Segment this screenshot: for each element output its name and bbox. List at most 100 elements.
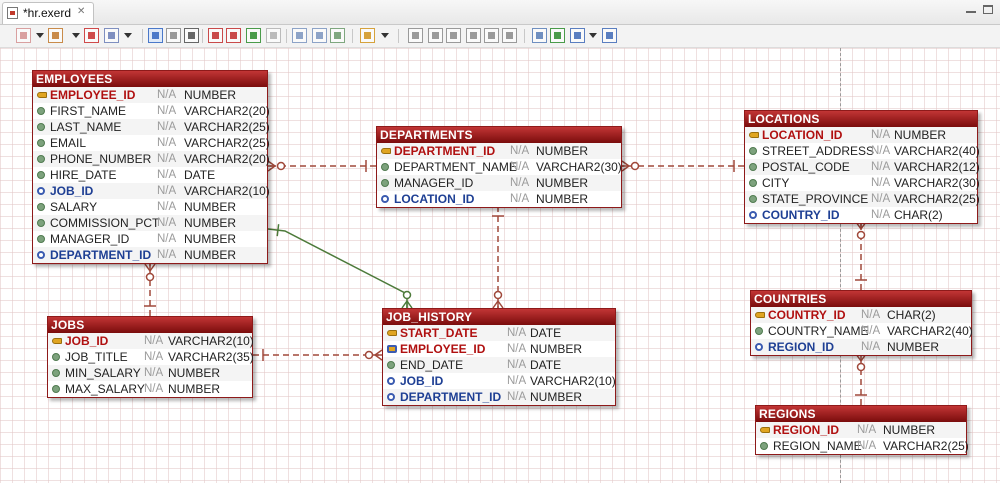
align-left-icon[interactable] bbox=[408, 28, 423, 43]
table-tool-icon[interactable] bbox=[48, 28, 63, 43]
column-name: EMAIL bbox=[50, 136, 87, 150]
table-header[interactable]: DEPARTMENTS bbox=[377, 127, 621, 143]
select-arrow-icon[interactable] bbox=[148, 28, 163, 43]
maximize-icon[interactable] bbox=[983, 5, 993, 14]
table-column[interactable]: EMAIL N/A VARCHAR2(25) bbox=[33, 135, 270, 151]
relation-departments-job-history[interactable] bbox=[492, 206, 504, 309]
table-column[interactable]: COUNTRY_ID N/A CHAR(2) bbox=[745, 207, 977, 223]
table-locations[interactable]: LOCATIONS LOCATION_ID N/A NUMBER STREET_ADDR… bbox=[744, 110, 980, 224]
align-middle-icon[interactable] bbox=[484, 28, 499, 43]
table-column[interactable]: DEPARTMENT_ID N/A NUMBER bbox=[383, 389, 615, 405]
table-column[interactable]: LOCATION_ID N/A NUMBER bbox=[377, 191, 621, 207]
template-icon[interactable] bbox=[104, 28, 119, 43]
palette-icon[interactable] bbox=[16, 28, 31, 43]
table-jobs[interactable]: JOBS JOB_ID N/A VARCHAR2(10) JOB_TITLE N/A VAR… bbox=[47, 316, 254, 398]
relation-departments-employees[interactable] bbox=[267, 160, 376, 172]
table-column[interactable]: EMPLOYEE_ID N/A NUMBER bbox=[33, 87, 267, 103]
generate-ddl-dropdown-icon[interactable] bbox=[589, 33, 597, 38]
table-column[interactable]: LOCATION_ID N/A NUMBER bbox=[745, 127, 977, 143]
diagram-canvas[interactable]: EMPLOYEES EMPLOYEE_ID N/A NUMBER FIRST_NAME N… bbox=[0, 48, 1000, 483]
relation-employees-job-history[interactable] bbox=[267, 224, 413, 309]
statistics-icon[interactable] bbox=[602, 28, 617, 43]
table-column[interactable]: DEPARTMENT_ID N/A NUMBER bbox=[33, 247, 267, 263]
table-departments[interactable]: DEPARTMENTS DEPARTMENT_ID N/A NUMBER DEPARTM… bbox=[376, 126, 622, 208]
export-db-icon[interactable] bbox=[312, 28, 327, 43]
foreign-key-icon bbox=[37, 187, 45, 195]
table-column[interactable]: EMPLOYEE_ID N/A NUMBER bbox=[383, 341, 615, 357]
column-type: DATE bbox=[530, 326, 562, 340]
table-column[interactable]: REGION_ID N/A NUMBER bbox=[751, 339, 971, 355]
entity-tool-icon[interactable] bbox=[208, 28, 223, 43]
relation-tool-icon[interactable] bbox=[226, 28, 241, 43]
image-icon[interactable] bbox=[330, 28, 345, 43]
column-name: PHONE_NUMBER bbox=[50, 152, 152, 166]
table-column[interactable]: PHONE_NUMBER N/A VARCHAR2(20) bbox=[33, 151, 270, 167]
column-null-marker: N/A bbox=[157, 121, 177, 133]
table-job-history[interactable]: JOB_HISTORY START_DATE N/A DATE EMPLOYEE_ID N… bbox=[382, 308, 616, 406]
relation-locations-departments[interactable] bbox=[621, 160, 744, 172]
align-bottom-icon[interactable] bbox=[502, 28, 517, 43]
hand-tool-icon[interactable] bbox=[166, 28, 181, 43]
table-column[interactable]: JOB_ID N/A VARCHAR2(10) bbox=[33, 183, 270, 199]
identifying-relation-tool-icon[interactable] bbox=[246, 28, 261, 43]
table-column[interactable]: MANAGER_ID N/A NUMBER bbox=[377, 175, 621, 191]
table-header[interactable]: EMPLOYEES bbox=[33, 71, 267, 87]
table-header[interactable]: COUNTRIES bbox=[751, 291, 971, 307]
editor-tab[interactable]: *hr.exerd ✕ bbox=[2, 2, 94, 24]
table-column[interactable]: STREET_ADDRESS N/A VARCHAR2(40) bbox=[745, 143, 980, 159]
table-column[interactable]: DEPARTMENT_NAME N/A VARCHAR2(30) bbox=[377, 159, 622, 175]
table-column[interactable]: MIN_SALARY N/A NUMBER bbox=[48, 365, 252, 381]
table-column[interactable]: POSTAL_CODE N/A VARCHAR2(12) bbox=[745, 159, 980, 175]
table-employees[interactable]: EMPLOYEES EMPLOYEE_ID N/A NUMBER FIRST_NAME N… bbox=[32, 70, 270, 264]
generate-ddl-icon[interactable] bbox=[570, 28, 585, 43]
table-column[interactable]: JOB_ID N/A VARCHAR2(10) bbox=[48, 333, 254, 349]
relation-jobs-employees[interactable] bbox=[144, 263, 156, 316]
minimize-icon[interactable] bbox=[966, 5, 976, 13]
table-column[interactable]: JOB_ID N/A VARCHAR2(10) bbox=[383, 373, 616, 389]
template-dropdown-icon[interactable] bbox=[124, 33, 132, 38]
relation-jobs-job-history[interactable] bbox=[253, 349, 383, 361]
table-column[interactable]: REGION_ID N/A NUMBER bbox=[756, 422, 966, 438]
table-column[interactable]: CITY N/A VARCHAR2(30) bbox=[745, 175, 980, 191]
column-icon bbox=[387, 361, 395, 369]
table-column[interactable]: JOB_TITLE N/A VARCHAR2(35) bbox=[48, 349, 254, 365]
align-right-icon[interactable] bbox=[446, 28, 461, 43]
table-header[interactable]: REGIONS bbox=[756, 406, 966, 422]
report-icon[interactable] bbox=[532, 28, 547, 43]
table-regions[interactable]: REGIONS REGION_ID N/A NUMBER REGION_NAME N/A V… bbox=[755, 405, 969, 455]
table-header[interactable]: JOB_HISTORY bbox=[383, 309, 615, 325]
table-column[interactable]: START_DATE N/A DATE bbox=[383, 325, 615, 341]
table-column[interactable]: STATE_PROVINCE N/A VARCHAR2(25) bbox=[745, 191, 980, 207]
table-column[interactable]: COUNTRY_NAME N/A VARCHAR2(40) bbox=[751, 323, 973, 339]
table-column[interactable]: DEPARTMENT_ID N/A NUMBER bbox=[377, 143, 621, 159]
import-db-icon[interactable] bbox=[292, 28, 307, 43]
format-icon[interactable] bbox=[360, 28, 375, 43]
table-header[interactable]: LOCATIONS bbox=[745, 111, 977, 127]
align-top-icon[interactable] bbox=[466, 28, 481, 43]
table-tool-dropdown-icon[interactable] bbox=[72, 33, 80, 38]
close-tab-icon[interactable]: ✕ bbox=[77, 6, 85, 17]
table-column[interactable]: COUNTRY_ID N/A CHAR(2) bbox=[751, 307, 971, 323]
table-countries[interactable]: COUNTRIES COUNTRY_ID N/A CHAR(2) COUNTRY_NAM… bbox=[750, 290, 973, 356]
zoom-tool-icon[interactable] bbox=[184, 28, 199, 43]
table-column[interactable]: FIRST_NAME N/A VARCHAR2(20) bbox=[33, 103, 270, 119]
table-column[interactable]: MAX_SALARY N/A NUMBER bbox=[48, 381, 252, 397]
toolbar-separator bbox=[286, 29, 287, 43]
comment-tool-icon[interactable] bbox=[266, 28, 281, 43]
align-center-icon[interactable] bbox=[428, 28, 443, 43]
table-column[interactable]: MANAGER_ID N/A NUMBER bbox=[33, 231, 267, 247]
note-tool-icon[interactable] bbox=[84, 28, 99, 43]
relation-countries-locations[interactable] bbox=[855, 221, 867, 290]
table-column[interactable]: REGION_NAME N/A VARCHAR2(25) bbox=[756, 438, 969, 454]
relation-regions-countries[interactable] bbox=[855, 353, 867, 405]
table-column[interactable]: LAST_NAME N/A VARCHAR2(25) bbox=[33, 119, 270, 135]
table-column[interactable]: SALARY N/A NUMBER bbox=[33, 199, 267, 215]
table-column[interactable]: HIRE_DATE N/A DATE bbox=[33, 167, 267, 183]
table-column[interactable]: COMMISSION_PCT N/A NUMBER bbox=[33, 215, 267, 231]
validate-icon[interactable] bbox=[550, 28, 565, 43]
format-dropdown-icon[interactable] bbox=[381, 33, 389, 38]
palette-dropdown-icon[interactable] bbox=[36, 33, 44, 38]
column-icon bbox=[37, 123, 45, 131]
table-header[interactable]: JOBS bbox=[48, 317, 252, 333]
table-column[interactable]: END_DATE N/A DATE bbox=[383, 357, 615, 373]
